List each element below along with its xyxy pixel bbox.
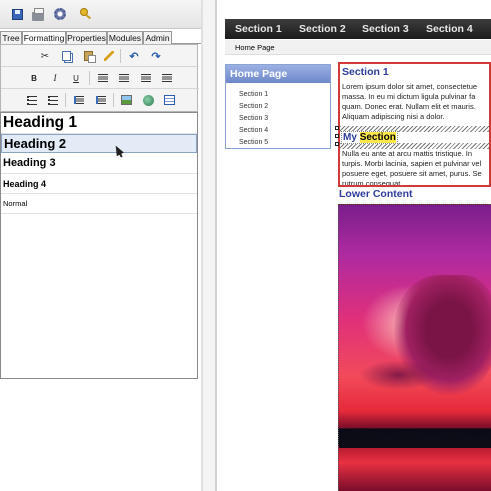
lower-content-heading: Lower Content (339, 188, 413, 200)
bullet-list-icon[interactable] (26, 94, 38, 106)
cloud-shape (359, 360, 439, 390)
hills-silhouette (339, 428, 491, 448)
edit-tool-row: ✂ ↶ ↷ (1, 45, 199, 67)
clear-format-icon[interactable] (103, 50, 115, 62)
numbered-list-icon[interactable] (47, 94, 59, 106)
panel-splitter[interactable] (201, 0, 217, 491)
formatting-toolbox: ✂ ↶ ↷ B I U (0, 44, 199, 112)
paragraph-line: turpis. Morbi lacinia, sapien et pulvina… (342, 159, 482, 168)
text-style-row: B I U (1, 67, 199, 89)
justify-icon[interactable] (161, 72, 173, 84)
content-paragraph-2: Nulla eu ante at arcu mattis tristique. … (342, 149, 489, 187)
bold-icon[interactable]: B (28, 72, 40, 84)
format-style-list: Heading 1 Heading 2 Heading 3 Heading 4 … (0, 112, 198, 379)
table-icon[interactable] (163, 94, 175, 106)
copy-icon[interactable] (60, 50, 72, 62)
page-preview: Section 1 Section 2 Section 3 Section 4 … (217, 0, 491, 491)
indent-icon[interactable] (95, 94, 107, 106)
undo-icon[interactable]: ↶ (128, 50, 140, 63)
resize-handle[interactable] (335, 126, 339, 130)
paragraph-line: massa. In eu mi dictum ligula pulvinar f… (342, 92, 476, 101)
italic-icon[interactable]: I (49, 72, 61, 84)
paste-icon[interactable] (82, 50, 96, 63)
main-toolbar (0, 0, 201, 29)
editor-empty-area (0, 380, 198, 491)
tab-formatting[interactable]: Formatting (22, 31, 66, 45)
toolbar-separator (120, 49, 121, 63)
tab-admin[interactable]: Admin (143, 31, 172, 44)
outdent-icon[interactable] (73, 94, 85, 106)
format-heading-2[interactable]: Heading 2 (1, 134, 197, 153)
editor-panel: Tree Formatting Properties Modules Admin… (0, 0, 201, 491)
selected-heading-highlight: Section (359, 132, 396, 143)
selected-heading-prefix: My (343, 132, 357, 143)
paragraph-line: quam. Donec erat. Nullam elit et mauris. (342, 102, 476, 111)
insert-tool-row (1, 89, 199, 111)
key-icon[interactable] (79, 7, 93, 21)
side-nav-title[interactable]: Home Page (226, 65, 330, 83)
side-navigation: Home Page Section 1 Section 2 Section 3 … (225, 64, 331, 149)
content-paragraph-1: Lorem ipsum dolor sit amet, consectetue … (342, 82, 489, 122)
toolbar-separator (89, 71, 90, 85)
print-icon[interactable] (31, 7, 45, 21)
align-left-icon[interactable] (97, 72, 109, 84)
selected-heading[interactable]: My Section (341, 131, 398, 144)
nav-section-1[interactable]: Section 1 (235, 19, 282, 39)
sunset-image[interactable] (338, 204, 491, 491)
save-icon[interactable] (10, 7, 24, 21)
image-icon[interactable] (120, 94, 132, 106)
side-link-section-3[interactable]: Section 3 (239, 114, 268, 123)
breadcrumb-bar: Home Page (225, 40, 491, 55)
paragraph-line: posuere eget, posuere sit amet, purus. S… (342, 169, 482, 178)
format-heading-4[interactable]: Heading 4 (1, 174, 197, 194)
cut-icon[interactable]: ✂ (39, 50, 51, 62)
side-link-section-2[interactable]: Section 2 (239, 102, 268, 111)
paragraph-line: Lorem ipsum dolor sit amet, consectetue (342, 82, 478, 91)
tab-modules[interactable]: Modules (107, 31, 143, 44)
format-heading-3[interactable]: Heading 3 (1, 153, 197, 174)
side-link-section-1[interactable]: Section 1 (239, 90, 268, 99)
paragraph-line: Aliquam adipiscing nisi a dolor. (342, 112, 445, 121)
paragraph-line: Nulla eu ante at arcu mattis tristique. … (342, 149, 473, 158)
align-right-icon[interactable] (140, 72, 152, 84)
toolbar-separator (113, 93, 114, 107)
format-heading-1[interactable]: Heading 1 (1, 113, 197, 134)
editor-tabs: Tree Formatting Properties Modules Admin (0, 31, 201, 45)
nav-section-4[interactable]: Section 4 (426, 19, 473, 39)
format-normal[interactable]: Normal (1, 194, 197, 214)
nav-section-2[interactable]: Section 2 (299, 19, 346, 39)
side-link-section-4[interactable]: Section 4 (239, 126, 268, 135)
cms-window: Tree Formatting Properties Modules Admin… (0, 0, 491, 491)
settings-icon[interactable] (53, 7, 67, 21)
resize-handle[interactable] (335, 142, 339, 146)
side-link-section-5[interactable]: Section 5 (239, 138, 268, 147)
tab-properties[interactable]: Properties (66, 31, 107, 44)
paragraph-line: rutrum consequat. (342, 179, 403, 187)
site-nav-bar: Section 1 Section 2 Section 3 Section 4 (225, 19, 491, 39)
nav-section-3[interactable]: Section 3 (362, 19, 409, 39)
underline-icon[interactable]: U (70, 72, 82, 84)
redo-icon[interactable]: ↷ (150, 50, 162, 63)
main-content-region[interactable]: Section 1 Lorem ipsum dolor sit amet, co… (338, 62, 491, 187)
tab-tree[interactable]: Tree (0, 31, 22, 44)
link-icon[interactable] (142, 94, 154, 106)
breadcrumb[interactable]: Home Page (235, 40, 275, 55)
align-center-icon[interactable] (118, 72, 130, 84)
resize-handle[interactable] (335, 134, 339, 138)
content-heading: Section 1 (342, 66, 389, 78)
toolbar-separator (65, 93, 66, 107)
